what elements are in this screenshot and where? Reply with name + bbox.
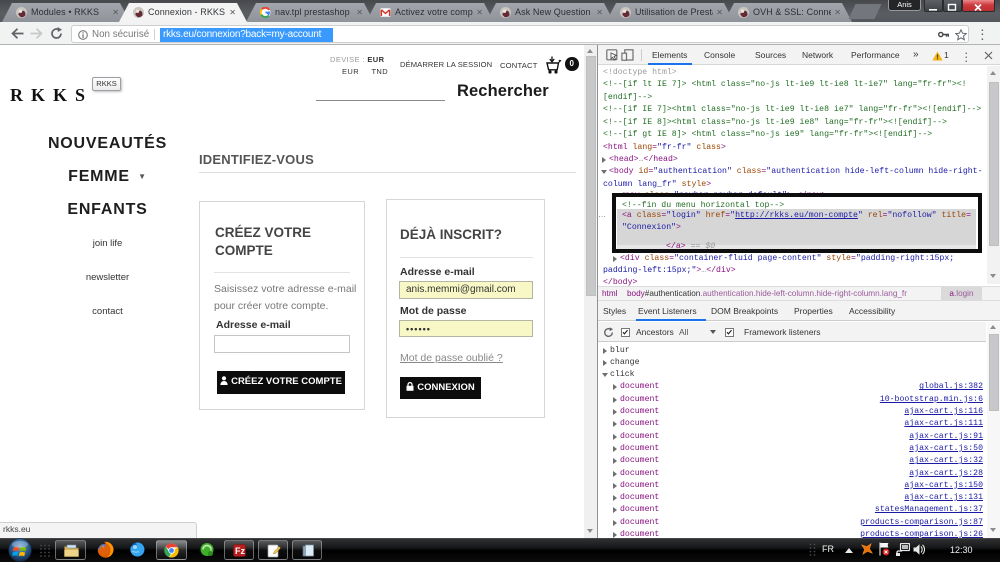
svg-text:Fz: Fz — [235, 546, 245, 556]
